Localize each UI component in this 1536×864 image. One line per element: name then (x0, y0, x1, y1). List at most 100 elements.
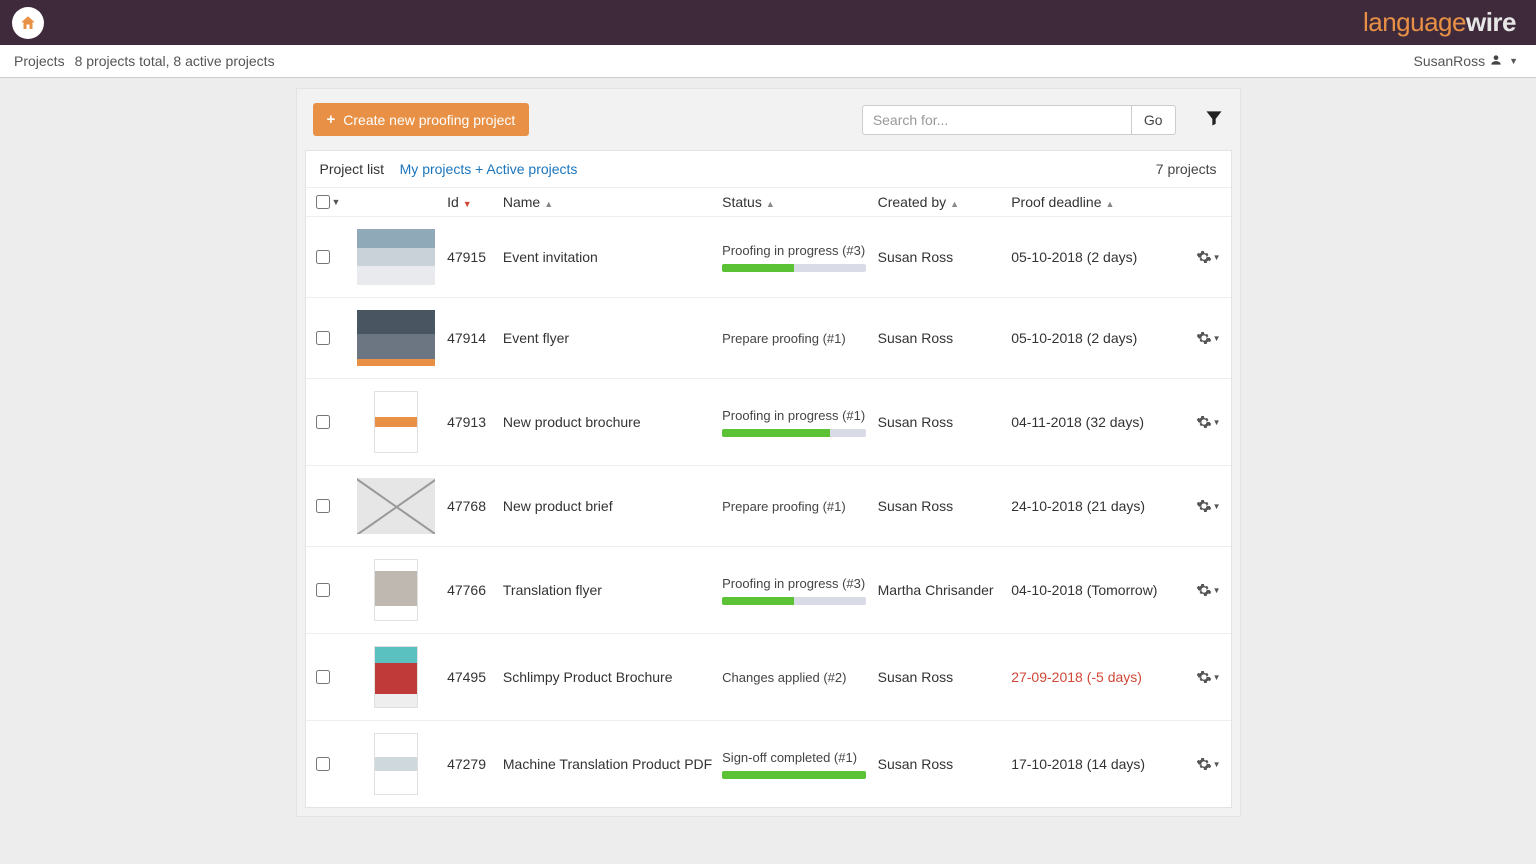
row-checkbox[interactable] (316, 331, 330, 345)
sort-icon: ▲ (544, 199, 553, 209)
caret-down-icon: ▼ (1213, 418, 1221, 427)
status-text: Prepare proofing (#1) (722, 331, 877, 346)
project-id: 47913 (447, 414, 503, 430)
caret-down-icon: ▼ (1213, 586, 1221, 595)
filter-link[interactable]: My projects + Active projects (400, 161, 578, 177)
breadcrumb[interactable]: Projects (14, 53, 65, 69)
main-container: + Create new proofing project Go Project… (296, 88, 1241, 817)
created-by: Susan Ross (878, 330, 1012, 346)
table-row[interactable]: 47279Machine Translation Product PDFSign… (306, 721, 1231, 807)
top-bar: languagewire (0, 0, 1536, 45)
thumbnail[interactable] (357, 310, 447, 366)
status-text: Proofing in progress (#1) (722, 408, 877, 423)
thumbnail[interactable] (357, 646, 447, 708)
filter-icon[interactable] (1204, 108, 1224, 131)
thumbnail[interactable] (357, 478, 447, 534)
table-row[interactable]: 47766Translation flyerProofing in progre… (306, 547, 1231, 634)
row-actions-button[interactable]: ▼ (1196, 582, 1221, 598)
row-actions-button[interactable]: ▼ (1196, 414, 1221, 430)
col-creator-header[interactable]: Created by▲ (878, 194, 1012, 210)
created-by: Martha Chrisander (878, 582, 1012, 598)
row-actions-button[interactable]: ▼ (1196, 498, 1221, 514)
row-actions-button[interactable]: ▼ (1196, 330, 1221, 346)
project-name[interactable]: Event invitation (503, 249, 722, 265)
project-panel: Project list My projects + Active projec… (305, 150, 1232, 808)
col-status-header[interactable]: Status▲ (722, 194, 877, 210)
created-by: Susan Ross (878, 414, 1012, 430)
create-project-button[interactable]: + Create new proofing project (313, 103, 530, 136)
thumbnail[interactable] (357, 229, 447, 285)
progress-bar (722, 264, 866, 272)
user-menu[interactable]: SusanRoss ▼ (1413, 53, 1518, 70)
row-checkbox[interactable] (316, 670, 330, 684)
progress-bar (722, 771, 866, 779)
project-id: 47915 (447, 249, 503, 265)
created-by: Susan Ross (878, 498, 1012, 514)
select-dropdown-caret[interactable]: ▼ (332, 197, 341, 207)
table-row[interactable]: 47914Event flyerPrepare proofing (#1)Sus… (306, 298, 1231, 379)
status-text: Changes applied (#2) (722, 670, 877, 685)
table-row[interactable]: 47913New product brochureProofing in pro… (306, 379, 1231, 466)
sort-icon: ▲ (766, 199, 775, 209)
row-checkbox[interactable] (316, 583, 330, 597)
caret-down-icon: ▼ (1213, 334, 1221, 343)
search-input[interactable] (862, 105, 1132, 135)
row-checkbox[interactable] (316, 499, 330, 513)
deadline: 27-09-2018 (-5 days) (1011, 669, 1142, 685)
search-group: Go (862, 105, 1176, 135)
project-name[interactable]: Schlimpy Product Brochure (503, 669, 722, 685)
table-row[interactable]: 47915Event invitationProofing in progres… (306, 217, 1231, 298)
created-by: Susan Ross (878, 669, 1012, 685)
deadline: 04-10-2018 (Tomorrow) (1011, 582, 1157, 598)
status-text: Proofing in progress (#3) (722, 576, 877, 591)
row-checkbox[interactable] (316, 415, 330, 429)
sort-icon: ▲ (950, 199, 959, 209)
thumbnail[interactable] (357, 733, 447, 795)
thumbnail[interactable] (357, 559, 447, 621)
deadline: 05-10-2018 (2 days) (1011, 330, 1137, 346)
project-id: 47914 (447, 330, 503, 346)
home-icon (19, 14, 37, 32)
projects-summary: 8 projects total, 8 active projects (75, 53, 275, 69)
project-count: 7 projects (1156, 161, 1217, 177)
status-text: Proofing in progress (#3) (722, 243, 877, 258)
col-deadline-header[interactable]: Proof deadline▲ (1011, 194, 1180, 210)
project-name[interactable]: Event flyer (503, 330, 722, 346)
created-by: Susan Ross (878, 249, 1012, 265)
project-id: 47495 (447, 669, 503, 685)
caret-down-icon: ▼ (1509, 56, 1518, 66)
project-list-label: Project list (320, 161, 385, 177)
project-name[interactable]: Machine Translation Product PDF (503, 756, 722, 772)
thumbnail[interactable] (357, 391, 447, 453)
sort-icon: ▲ (1105, 199, 1114, 209)
col-id-header[interactable]: Id▼ (447, 194, 503, 210)
sub-bar: Projects 8 projects total, 8 active proj… (0, 45, 1536, 78)
logo: languagewire (1363, 7, 1516, 38)
row-actions-button[interactable]: ▼ (1196, 669, 1221, 685)
row-actions-button[interactable]: ▼ (1196, 756, 1221, 772)
row-checkbox[interactable] (316, 757, 330, 771)
deadline: 05-10-2018 (2 days) (1011, 249, 1137, 265)
username: SusanRoss (1413, 53, 1485, 69)
plus-icon: + (327, 111, 336, 128)
project-id: 47766 (447, 582, 503, 598)
deadline: 24-10-2018 (21 days) (1011, 498, 1145, 514)
table-body: 47915Event invitationProofing in progres… (306, 217, 1231, 807)
row-checkbox[interactable] (316, 250, 330, 264)
project-name[interactable]: New product brochure (503, 414, 722, 430)
progress-bar (722, 597, 866, 605)
col-name-header[interactable]: Name▲ (503, 194, 722, 210)
project-name[interactable]: New product brief (503, 498, 722, 514)
go-button[interactable]: Go (1132, 105, 1176, 135)
table-row[interactable]: 47768New product briefPrepare proofing (… (306, 466, 1231, 547)
caret-down-icon: ▼ (1213, 673, 1221, 682)
table-row[interactable]: 47495Schlimpy Product BrochureChanges ap… (306, 634, 1231, 721)
project-id: 47279 (447, 756, 503, 772)
deadline: 04-11-2018 (32 days) (1011, 414, 1144, 430)
select-all-checkbox[interactable] (316, 195, 330, 209)
status-text: Sign-off completed (#1) (722, 750, 877, 765)
sort-desc-icon: ▼ (463, 199, 472, 209)
home-button[interactable] (12, 7, 44, 39)
row-actions-button[interactable]: ▼ (1196, 249, 1221, 265)
project-name[interactable]: Translation flyer (503, 582, 722, 598)
